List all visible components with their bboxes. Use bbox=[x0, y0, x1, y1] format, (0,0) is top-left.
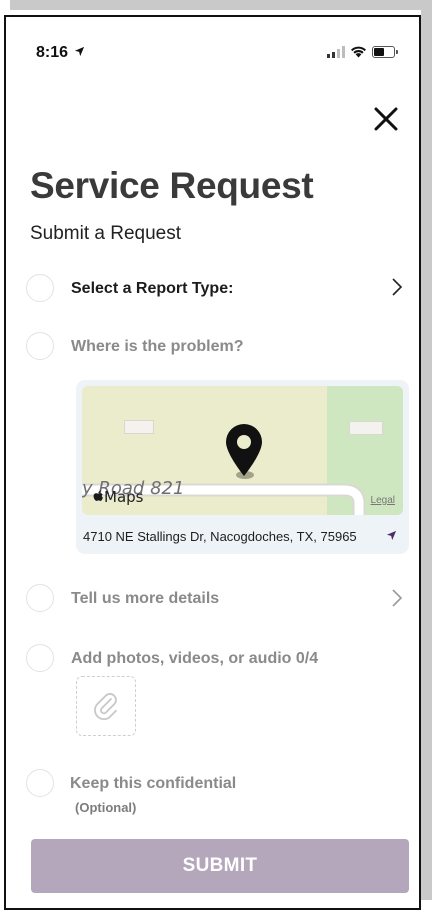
address-text: 4710 NE Stallings Dr, Nacogdoches, TX, 7… bbox=[83, 529, 357, 544]
chevron-right-icon[interactable] bbox=[390, 588, 404, 608]
location-arrow-icon[interactable] bbox=[386, 530, 397, 541]
frame-shadow-top bbox=[10, 0, 432, 10]
status-time-text: 8:16 bbox=[36, 44, 69, 61]
submit-button[interactable]: SUBMIT bbox=[31, 839, 409, 893]
wifi-icon bbox=[351, 46, 366, 58]
step-circle-details bbox=[26, 584, 54, 612]
step-label-details[interactable]: Tell us more details bbox=[71, 590, 219, 608]
frame-shadow-right bbox=[421, 0, 432, 900]
chevron-right-icon[interactable] bbox=[390, 277, 404, 297]
step-label-report-type[interactable]: Select a Report Type: bbox=[71, 280, 233, 298]
apple-logo-icon bbox=[93, 490, 103, 501]
step-circle-media bbox=[26, 644, 54, 672]
location-map-card[interactable]: y Road 821 Maps Legal 4710 NE Stallings … bbox=[76, 380, 409, 554]
page-subtitle: Submit a Request bbox=[30, 223, 182, 244]
status-time: 8:16 bbox=[36, 44, 85, 62]
optional-note: (Optional) bbox=[75, 800, 137, 815]
phone-screen: 8:16 Service Request Submit a Request Se… bbox=[4, 15, 421, 910]
step-label-location: Where is the problem? bbox=[71, 338, 244, 355]
cell-signal-icon bbox=[327, 45, 345, 58]
step-circle-report-type bbox=[26, 274, 54, 302]
address-row[interactable]: 4710 NE Stallings Dr, Nacogdoches, TX, 7… bbox=[76, 523, 409, 547]
battery-icon bbox=[372, 45, 398, 58]
step-circle-location bbox=[26, 332, 54, 360]
step-label-confidential[interactable]: Keep this confidential bbox=[70, 775, 236, 793]
status-icons bbox=[327, 45, 398, 58]
map-legal-link[interactable]: Legal bbox=[371, 495, 395, 506]
page-title: Service Request bbox=[30, 165, 314, 206]
paperclip-icon bbox=[94, 693, 117, 720]
map-view[interactable]: y Road 821 Maps Legal bbox=[82, 386, 403, 515]
close-button[interactable] bbox=[368, 101, 404, 137]
attach-media-button[interactable] bbox=[76, 676, 136, 736]
map-pin-icon bbox=[226, 424, 262, 479]
location-arrow-icon bbox=[75, 46, 85, 57]
step-label-media: Add photos, videos, or audio 0/4 bbox=[71, 650, 319, 667]
step-circle-confidential[interactable] bbox=[26, 769, 54, 797]
maps-brand-text: Maps bbox=[104, 488, 144, 506]
apple-maps-logo: Maps bbox=[92, 488, 143, 506]
close-icon bbox=[374, 107, 398, 131]
